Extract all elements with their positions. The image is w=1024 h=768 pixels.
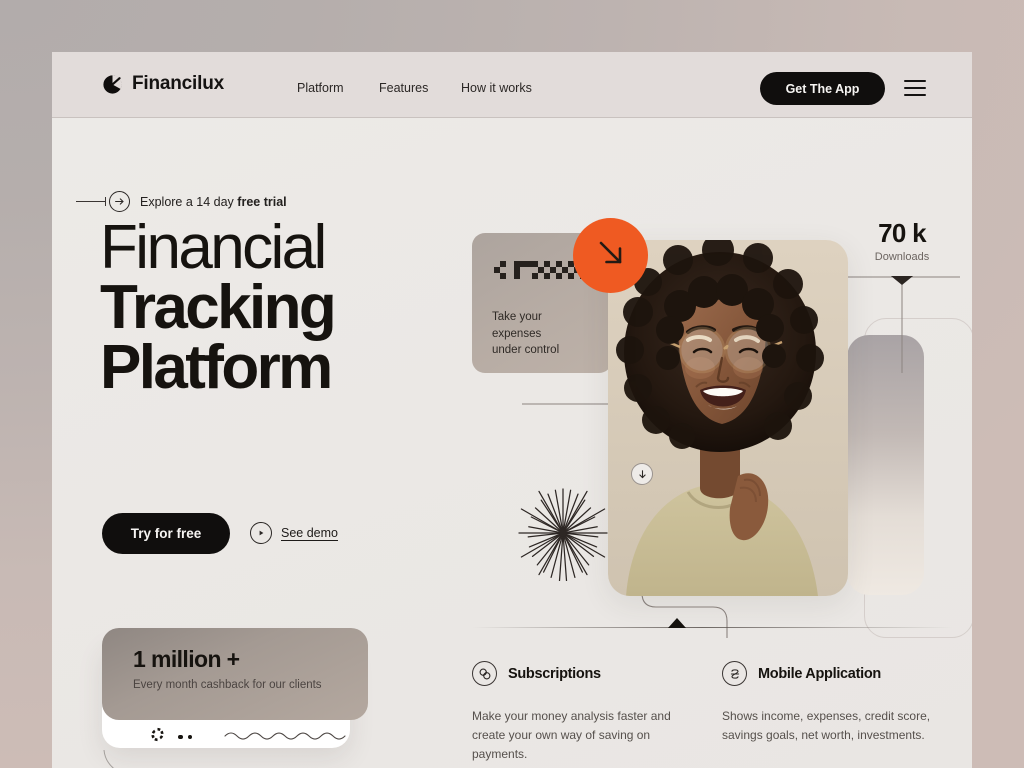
website-page: Financilux Platform Features How it work… [52, 52, 972, 768]
eyebrow-prefix: Explore a 14 day [140, 194, 238, 209]
arrow-down-right-badge[interactable] [573, 218, 648, 293]
cashback-caption: Every month cashback for our clients [133, 679, 322, 691]
curved-line-icon [100, 748, 230, 768]
feature-subscriptions: Subscriptions Make your money analysis f… [472, 661, 687, 764]
nav-item-platform[interactable]: Platform [297, 81, 344, 95]
expenses-line-2: expenses [492, 327, 542, 340]
section-divider [472, 627, 952, 628]
feature-body: Shows income, expenses, credit score, sa… [722, 709, 931, 742]
site-header: Financilux Platform Features How it work… [52, 52, 972, 118]
headline-line-2: Tracking [100, 273, 337, 343]
divider-notch [668, 618, 686, 628]
eyebrow-strong: free trial [237, 194, 287, 209]
free-trial-eyebrow[interactable]: Explore a 14 day free trial [76, 191, 287, 212]
desktop-backdrop: Financilux Platform Features How it work… [0, 0, 1024, 768]
brand-name: Financilux [132, 73, 224, 94]
nav-item-features[interactable]: Features [379, 81, 428, 95]
loading-spinner-icon [150, 727, 165, 747]
headline-line-3: Platform [100, 333, 333, 403]
arrow-down-right-icon [593, 235, 629, 276]
get-the-app-button[interactable]: Get The App [760, 72, 885, 105]
feature-title: Subscriptions [508, 665, 601, 682]
mobile-loop-icon [722, 661, 747, 686]
page-title: Financial Tracking Platform [100, 213, 430, 403]
arrow-down-icon[interactable] [631, 463, 653, 485]
feature-body: Make your money analysis faster and crea… [472, 709, 671, 761]
feature-header: Subscriptions [472, 661, 687, 686]
nav-item-how-it-works[interactable]: How it works [461, 81, 532, 95]
pie-chart-logo-icon [102, 74, 123, 95]
hero-section: Explore a 14 day free trial Financial Tr… [52, 118, 972, 768]
two-dots-icon [178, 734, 192, 740]
downloads-stat: 70 k Downloads [852, 218, 952, 263]
feature-title: Mobile Application [758, 665, 881, 682]
headline-line-1: Financial [100, 213, 327, 282]
hamburger-menu-icon[interactable] [904, 80, 926, 96]
feature-header: Mobile Application [722, 661, 937, 686]
downloads-value: 70 k [878, 218, 927, 248]
wave-line-icon [223, 728, 351, 747]
eyebrow-label: Explore a 14 day free trial [140, 195, 287, 209]
feature-mobile-application: Mobile Application Shows income, expense… [722, 661, 937, 745]
brand-logo[interactable]: Financilux [102, 73, 224, 95]
smiling-woman-photo [608, 240, 848, 596]
expenses-line-1: Take your [492, 311, 542, 323]
arrow-right-icon [109, 191, 130, 212]
stat-tee-connector [842, 273, 962, 382]
downloads-label: Downloads [874, 251, 930, 263]
expenses-card-text: Take your expenses under control [492, 309, 612, 359]
expenses-line-3: under control [492, 344, 560, 357]
linked-rings-icon [472, 661, 497, 686]
eyebrow-rule [76, 197, 106, 206]
